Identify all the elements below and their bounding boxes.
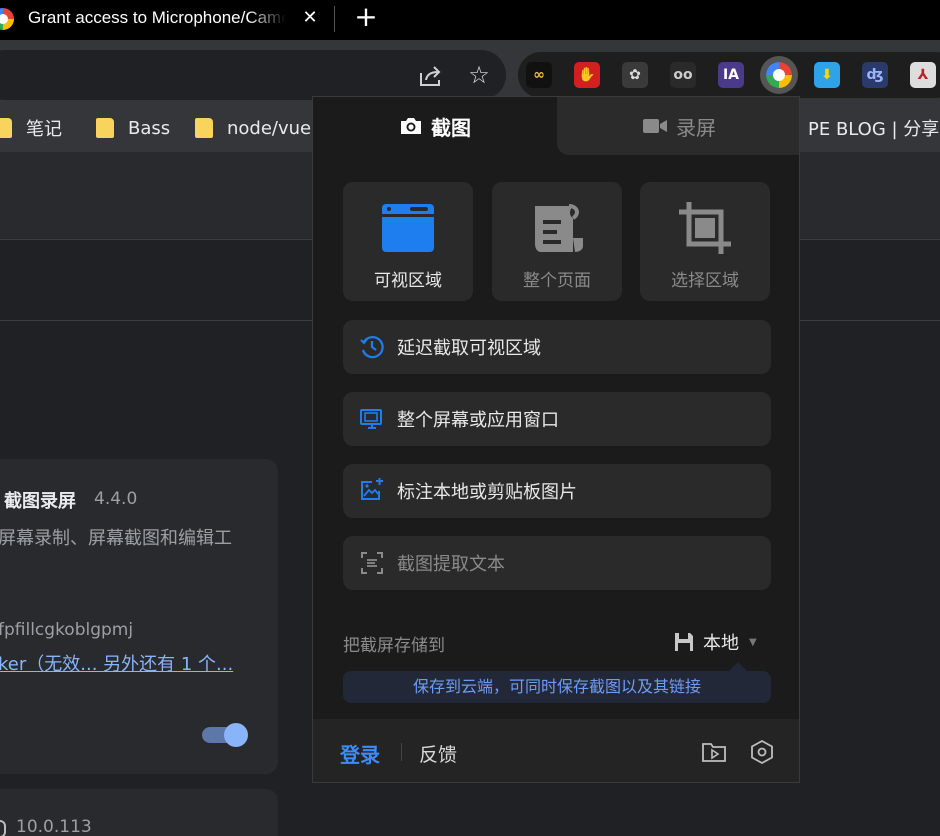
pdf-extension-icon[interactable]: ⅄ <box>910 62 936 88</box>
bookmark-label: node/vue <box>227 117 312 139</box>
save-location-select[interactable]: 本地 ▼ <box>673 629 757 655</box>
stop-hand-extension-icon[interactable]: ✋ <box>574 62 600 88</box>
image-edit-icon <box>361 478 383 500</box>
mode-label: 可视区域 <box>374 271 442 291</box>
tab-record[interactable]: 录屏 <box>557 97 799 155</box>
login-button[interactable]: 登录 <box>340 739 380 768</box>
save-location-label: 把截屏存储到 <box>343 636 445 656</box>
screen-window-button[interactable]: 整个屏幕或应用窗口 <box>343 392 771 446</box>
browser-window-icon <box>382 204 434 252</box>
active-tab[interactable]: Grant access to Microphone/Camera ✕ <box>0 0 334 40</box>
select-area-button[interactable]: 选择区域 <box>640 182 770 301</box>
camera-icon <box>401 118 421 134</box>
tab-separator <box>334 6 335 32</box>
bookmark-label: PE BLOG | 分享生 <box>808 119 940 140</box>
bookmark-label: 笔记 <box>26 119 62 140</box>
footer-divider <box>401 743 402 761</box>
extension-enable-toggle[interactable] <box>200 723 248 747</box>
video-folder-icon[interactable] <box>701 739 727 765</box>
floppy-disk-icon <box>675 633 693 651</box>
bookmark-star-icon[interactable]: ☆ <box>466 62 492 88</box>
action-label: 整个屏幕或应用窗口 <box>397 410 559 431</box>
save-location-value: 本地 <box>703 633 739 654</box>
inspect-views-link[interactable]: ker（无效... 另外还有 1 个... <box>0 650 233 676</box>
extension-description: 屏幕录制、屏幕截图和编辑工 <box>0 528 232 549</box>
annotate-image-button[interactable]: 标注本地或剪贴板图片 <box>343 464 771 518</box>
new-tab-button[interactable]: + <box>352 3 380 32</box>
tab-label: 录屏 <box>676 115 716 140</box>
text-scan-icon <box>361 552 383 574</box>
extension-id: fpfillcgkoblgpmj <box>0 620 134 640</box>
bookmark-link[interactable]: PE BLOG | 分享生 <box>808 116 940 140</box>
download-extension-icon[interactable]: ⬇ <box>814 62 840 88</box>
monitor-icon <box>360 409 382 429</box>
tab-strip: Grant access to Microphone/Camera ✕ + <box>0 0 940 40</box>
extension-version: 4.4.0 <box>94 489 138 509</box>
folder-icon <box>0 118 12 138</box>
tab-label: 截图 <box>431 115 471 140</box>
action-label: 截图提取文本 <box>397 554 505 575</box>
share-icon[interactable] <box>418 64 444 88</box>
tip-caret <box>729 662 747 671</box>
infinity-extension-icon[interactable]: ∞ <box>526 62 552 88</box>
bookmark-label: Bass <box>128 117 171 139</box>
ia-extension-icon[interactable]: IA <box>718 62 744 88</box>
mode-label: 整个页面 <box>523 271 591 291</box>
screenshot-extension-center <box>773 69 785 81</box>
screenshot-extension-icon[interactable] <box>766 62 792 88</box>
glasses-extension-icon[interactable]: oo <box>670 62 696 88</box>
tampermonkey-extension-icon[interactable]: ʤ <box>862 62 888 88</box>
dropdown-arrow-icon: ▼ <box>749 636 757 648</box>
bookmark-folder[interactable]: node/vue <box>195 116 311 140</box>
extension-version-2: 10.0.113 <box>16 817 92 836</box>
screenshot-popup: 截图 录屏 可视区域 整个页面 选择区域 延迟截取可视区域 整个屏幕或应用窗口 … <box>312 96 800 783</box>
tab-screenshot[interactable]: 截图 <box>313 97 557 155</box>
visible-area-button[interactable]: 可视区域 <box>343 182 473 301</box>
bookmark-folder[interactable]: 笔记 <box>0 116 62 140</box>
bookmark-folder[interactable]: Bass <box>96 116 170 140</box>
extension-icon <box>0 820 6 836</box>
extract-text-button[interactable]: 截图提取文本 <box>343 536 771 590</box>
bird-extension-icon[interactable]: ✿ <box>622 62 648 88</box>
delayed-capture-button[interactable]: 延迟截取可视区域 <box>343 320 771 374</box>
video-camera-icon <box>643 119 667 133</box>
extension-name: 截图录屏 <box>4 491 76 512</box>
tab-close-button[interactable]: ✕ <box>298 6 322 30</box>
timer-icon <box>360 336 384 359</box>
crop-icon <box>679 202 731 254</box>
settings-hexagon-icon[interactable] <box>749 739 775 765</box>
folder-icon <box>96 118 114 138</box>
feedback-button[interactable]: 反馈 <box>419 740 457 767</box>
tab-title: Grant access to Microphone/Camera <box>28 8 286 27</box>
action-label: 标注本地或剪贴板图片 <box>397 482 577 503</box>
toggle-knob <box>224 723 248 747</box>
scroll-page-icon <box>535 204 583 252</box>
tab-favicon-icon <box>0 8 14 30</box>
folder-icon <box>195 118 213 138</box>
mode-label: 选择区域 <box>671 271 739 291</box>
full-page-button[interactable]: 整个页面 <box>492 182 622 301</box>
action-label: 延迟截取可视区域 <box>397 338 541 359</box>
popup-footer: 登录 反馈 <box>313 719 799 782</box>
cloud-save-tip[interactable]: 保存到云端，可同时保存截图以及其链接 <box>343 671 771 703</box>
